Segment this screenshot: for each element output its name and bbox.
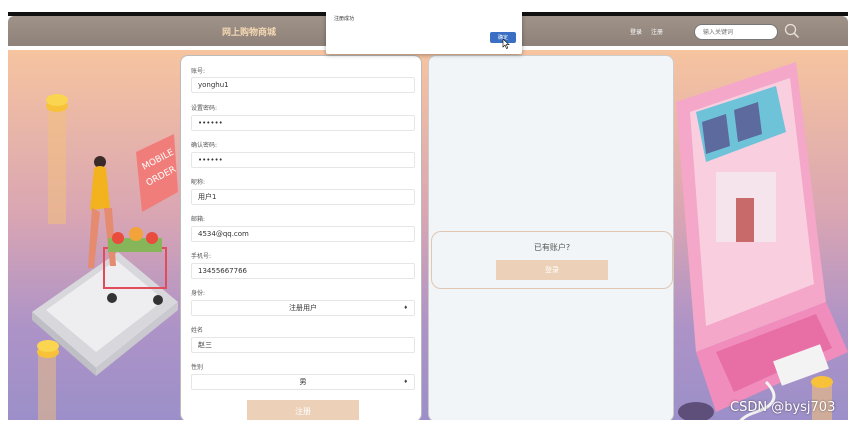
email-input[interactable]: 4534@qq.com: [191, 226, 415, 242]
account-input[interactable]: yonghu1: [191, 77, 415, 93]
laptop-shop-illustration: [676, 62, 848, 420]
watermark: CSDN @bysj703: [730, 400, 836, 415]
select-arrow-icon: ♦: [403, 379, 408, 385]
alert-dialog: 注册成功 首页 交流论坛 商城资讯 商城中心 确定: [326, 12, 522, 54]
role-label: 身份:: [191, 290, 206, 297]
alert-underlying-menu: 首页 交流论坛 商城资讯 商城中心: [334, 25, 460, 32]
menu-news[interactable]: 商城资讯: [392, 26, 412, 32]
register-button[interactable]: 注册: [247, 400, 359, 420]
login-link[interactable]: 登录: [630, 27, 642, 36]
account-label: 账号:: [191, 68, 206, 75]
name-label: 姓名: [191, 327, 204, 334]
select-arrow-icon: ♦: [403, 305, 408, 311]
phone-label: 手机号:: [191, 253, 212, 260]
alert-title: 注册成功: [334, 16, 355, 22]
nickname-input[interactable]: 用户1: [191, 189, 415, 205]
password-input[interactable]: ••••••: [191, 115, 415, 131]
confirm-password-label: 确认密码:: [191, 142, 218, 149]
register-link[interactable]: 注册: [651, 27, 663, 36]
menu-forum[interactable]: 交流论坛: [358, 26, 378, 32]
search-input[interactable]: [694, 24, 778, 40]
role-select[interactable]: 注册用户 ♦: [191, 300, 415, 316]
gender-select[interactable]: 男 ♦: [191, 374, 415, 390]
email-label: 邮箱:: [191, 216, 206, 223]
have-account-box: 已有账户? 登录: [431, 231, 673, 289]
role-select-value: 注册用户: [289, 304, 317, 312]
login-panel: 已有账户? 登录: [428, 55, 674, 420]
browser-viewport: 网上购物商城 登录 注册 MOBILE ORDER: [8, 12, 848, 420]
registration-form: 账号: yonghu1 设置密码: •••••• 确认密码: •••••• 昵称…: [180, 55, 422, 420]
menu-center[interactable]: 商城中心: [426, 26, 446, 32]
confirm-password-input[interactable]: ••••••: [191, 152, 415, 168]
search-icon[interactable]: [784, 23, 800, 39]
gender-label: 性别: [191, 364, 204, 371]
site-title: 网上购物商城: [222, 28, 277, 38]
password-label: 设置密码:: [191, 105, 218, 112]
shopping-illustration: MOBILE ORDER: [32, 94, 178, 420]
name-input[interactable]: 赵三: [191, 337, 415, 353]
phone-input[interactable]: 13455667766: [191, 263, 415, 279]
cursor-icon: [502, 39, 510, 49]
gender-select-value: 男: [299, 378, 307, 386]
login-button[interactable]: 登录: [496, 260, 608, 280]
nickname-label: 昵称:: [191, 179, 206, 186]
menu-home[interactable]: 首页: [334, 26, 344, 32]
have-account-text: 已有账户?: [533, 243, 571, 252]
